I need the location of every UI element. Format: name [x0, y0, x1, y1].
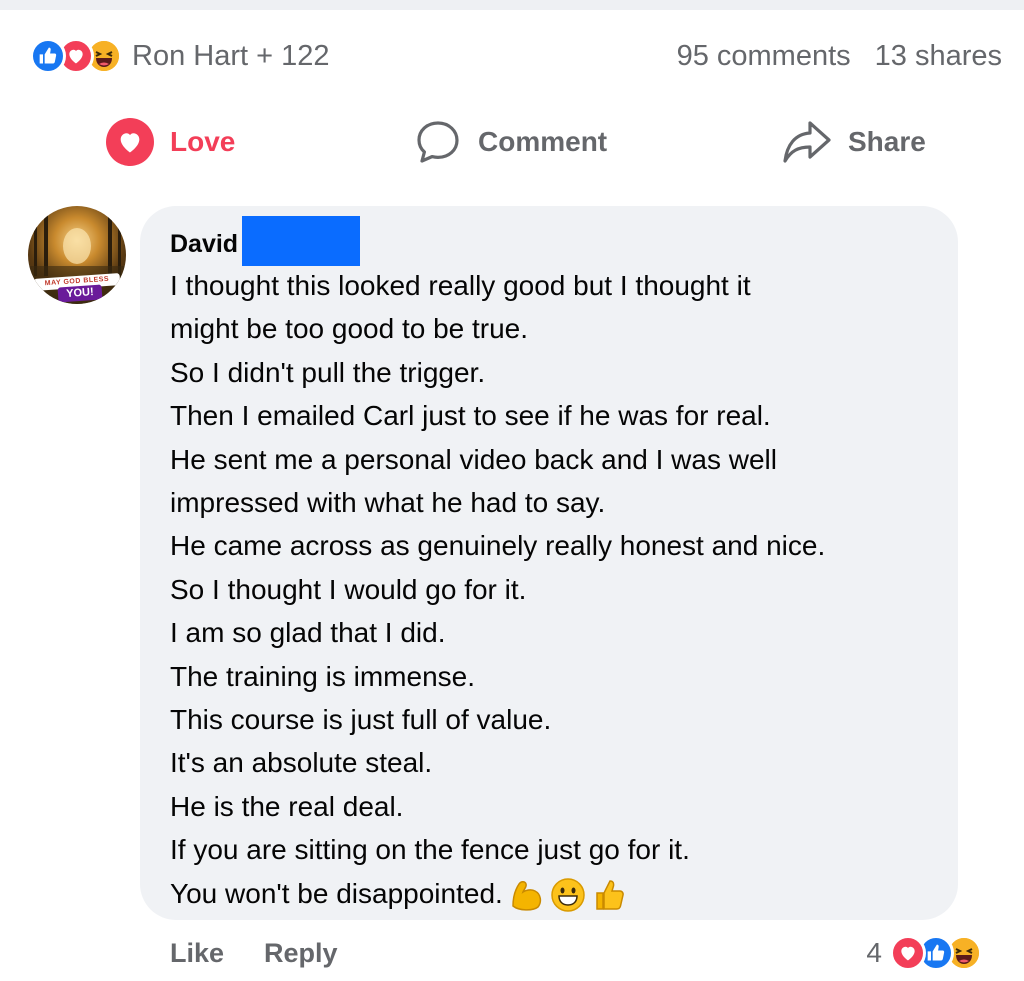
comment-body: I thought this looked really good but I … [170, 264, 958, 915]
thumbs-up-icon [596, 880, 624, 911]
reaction-count: 4 [866, 937, 882, 968]
comment-line: Then I emailed Carl just to see if he wa… [170, 400, 771, 432]
love-icon [890, 935, 926, 971]
comment-line: impressed with what he had to say. [170, 487, 606, 519]
comment-line: I am so glad that I did. [170, 617, 446, 649]
reaction-summary[interactable]: Ron Hart + 122 [30, 38, 329, 74]
comment-line: The training is immense. [170, 660, 476, 692]
love-button[interactable]: Love [106, 112, 235, 172]
comment-bubble: David I thought this looked really good … [140, 206, 958, 920]
post-action-bar: Love Comment Share [0, 112, 1024, 172]
comment-line: might be too good to be true. [170, 313, 529, 345]
comment-line: So I thought I would go for it. [170, 573, 527, 605]
post-stats-bar: Ron Hart + 122 95 comments 13 shares [30, 34, 1002, 78]
comment-line: So I didn't pull the trigger. [170, 356, 486, 388]
reactors-text[interactable]: Ron Hart + 122 [132, 40, 329, 73]
comment-reactions[interactable]: 4 [866, 928, 982, 978]
comment-label: Comment [478, 126, 608, 157]
comment-line: It's an absolute steal. [170, 747, 433, 779]
share-button[interactable]: Share [782, 112, 926, 172]
avatar[interactable]: MAY GOD BLESS YOU! [28, 206, 126, 304]
avatar-caption-bottom: YOU! [57, 284, 103, 303]
share-icon [782, 119, 832, 165]
comment-button[interactable]: Comment [414, 112, 607, 172]
like-icon [30, 38, 66, 74]
comment-line: If you are sitting on the fence just go … [170, 834, 690, 866]
comment-author[interactable]: David [170, 230, 238, 259]
comments-count[interactable]: 95 comments [677, 40, 851, 73]
top-divider [0, 0, 1024, 10]
comment-icon [414, 118, 462, 166]
comment-line-text: You won't be disappointed. [170, 877, 503, 909]
comment-line: I thought this looked really good but I … [170, 270, 751, 301]
comment-line: He came across as genuinely really hones… [170, 530, 826, 562]
comment-line: He sent me a personal video back and I w… [170, 443, 777, 475]
share-label: Share [848, 126, 926, 157]
comment-line: He is the real deal. [170, 790, 404, 822]
flexed-biceps-icon [512, 881, 541, 911]
reply-button[interactable]: Reply [264, 938, 338, 969]
comment-last-line: You won't be disappointed. [170, 872, 958, 915]
like-comment-button[interactable]: Like [170, 938, 224, 969]
comment-footer: Like Reply 4 [170, 928, 990, 978]
love-label: Love [170, 126, 236, 157]
redacted-surname-box [242, 216, 361, 266]
shares-count[interactable]: 13 shares [875, 40, 1002, 73]
love-icon [106, 118, 154, 166]
comment-line: This course is just full of value. [170, 704, 552, 736]
comment-emojis [509, 877, 627, 913]
grinning-face-icon [551, 878, 585, 913]
